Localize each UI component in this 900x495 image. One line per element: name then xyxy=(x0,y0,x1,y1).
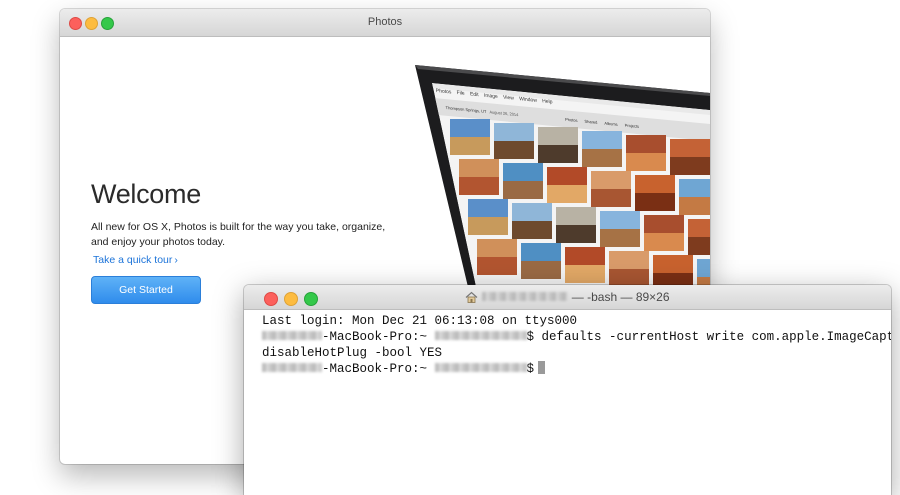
photo-thumbnail-sky xyxy=(679,179,710,197)
terminal-line: -MacBook-Pro:~ $ defaults -currentHost w… xyxy=(262,329,891,345)
photo-thumbnail-sky xyxy=(547,167,587,185)
photo-thumbnail-ground xyxy=(582,149,622,167)
welcome-heading: Welcome xyxy=(91,179,201,209)
redacted-hostname xyxy=(262,331,322,340)
photo-thumbnail-ground xyxy=(556,225,596,243)
photo-thumbnail-ground xyxy=(450,137,490,155)
photo-thumbnail-sky xyxy=(556,207,596,225)
terminal-title-text: — -bash — 89×26 xyxy=(571,290,670,304)
prompt-symbol: $ xyxy=(526,362,535,376)
photo-thumbnail-ground xyxy=(565,265,605,283)
quick-tour-label: Take a quick tour xyxy=(93,254,173,266)
terminal-window: — -bash — 89×26 Last login: Mon Dec 21 0… xyxy=(244,285,891,495)
terminal-line: Last login: Mon Dec 21 06:13:08 on ttys0… xyxy=(262,314,578,328)
photo-thumbnail-ground xyxy=(591,189,631,207)
photo-thumbnail-ground xyxy=(635,193,675,211)
photo-thumbnail-sky xyxy=(468,199,508,217)
photo-thumbnail-sky xyxy=(582,131,622,149)
photo-thumbnail-sky xyxy=(626,135,666,153)
photo-thumbnail-sky xyxy=(521,243,561,261)
terminal-titlebar[interactable]: — -bash — 89×26 xyxy=(244,285,891,310)
photo-thumbnail-sky xyxy=(591,171,631,189)
menu-edit: Edit xyxy=(470,91,480,98)
photo-thumbnail-ground xyxy=(547,185,587,203)
photo-thumbnail-ground xyxy=(503,181,543,199)
quick-tour-link[interactable]: Take a quick tour › xyxy=(93,254,178,266)
terminal-output[interactable]: Last login: Mon Dec 21 06:13:08 on ttys0… xyxy=(244,310,891,495)
menu-view: View xyxy=(503,95,515,102)
photos-titlebar[interactable]: Photos xyxy=(60,9,710,37)
photo-thumbnail-ground xyxy=(670,157,710,175)
photo-thumbnail-sky xyxy=(635,175,675,193)
get-started-button[interactable]: Get Started xyxy=(91,276,201,304)
photo-thumbnail-sky xyxy=(477,239,517,257)
photo-thumbnail-ground xyxy=(459,177,499,195)
prompt-host: -MacBook-Pro:~ xyxy=(322,362,428,376)
menu-file: File xyxy=(456,90,465,97)
photo-thumbnail-sky xyxy=(644,215,684,233)
terminal-title: — -bash — 89×26 xyxy=(244,290,891,304)
photo-thumbnail-ground xyxy=(600,229,640,247)
photo-thumbnail-sky xyxy=(688,219,710,237)
prompt-host: -MacBook-Pro:~ xyxy=(322,330,428,344)
photo-thumbnail-sky xyxy=(512,203,552,221)
welcome-description: All new for OS X, Photos is built for th… xyxy=(91,221,386,248)
photo-thumbnail-sky xyxy=(600,211,640,229)
photo-thumbnail-sky xyxy=(538,127,578,145)
redacted-path xyxy=(434,331,527,340)
photo-thumbnail-sky xyxy=(653,255,693,273)
photo-thumbnail-ground xyxy=(494,141,534,159)
home-icon xyxy=(466,291,478,303)
photo-thumbnail-sky xyxy=(503,163,543,181)
photo-thumbnail-sky xyxy=(697,259,710,277)
redacted-username xyxy=(482,292,569,301)
laptop-illustration: Photos File Edit Image View Window Help … xyxy=(410,57,710,287)
photo-thumbnail-sky xyxy=(459,159,499,177)
photo-thumbnail-ground xyxy=(679,197,710,215)
photo-thumbnail-ground xyxy=(477,257,517,275)
photo-thumbnail-ground xyxy=(688,237,710,255)
text-cursor xyxy=(538,361,546,374)
window-title: Photos xyxy=(367,16,403,28)
photo-thumbnail-ground xyxy=(626,153,666,171)
photo-thumbnail-ground xyxy=(644,233,684,251)
photo-thumbnail-ground xyxy=(521,261,561,279)
photo-thumbnail-sky xyxy=(609,251,649,269)
redacted-path xyxy=(434,363,527,372)
command-text: $ defaults -currentHost write com.apple.… xyxy=(526,330,891,344)
photo-thumbnail-ground xyxy=(512,221,552,239)
menu-help: Help xyxy=(542,98,553,105)
redacted-hostname xyxy=(262,363,322,372)
photo-thumbnail-ground xyxy=(538,145,578,163)
photo-thumbnail-ground xyxy=(468,217,508,235)
photo-thumbnail-sky xyxy=(450,119,490,137)
photo-thumbnail-sky xyxy=(670,139,710,157)
photo-thumbnail-sky xyxy=(494,123,534,141)
terminal-line: -MacBook-Pro:~ $ xyxy=(262,361,891,377)
chevron-right-icon: › xyxy=(174,254,178,266)
terminal-line: disableHotPlug -bool YES xyxy=(262,346,443,360)
photo-thumbnail-sky xyxy=(565,247,605,265)
